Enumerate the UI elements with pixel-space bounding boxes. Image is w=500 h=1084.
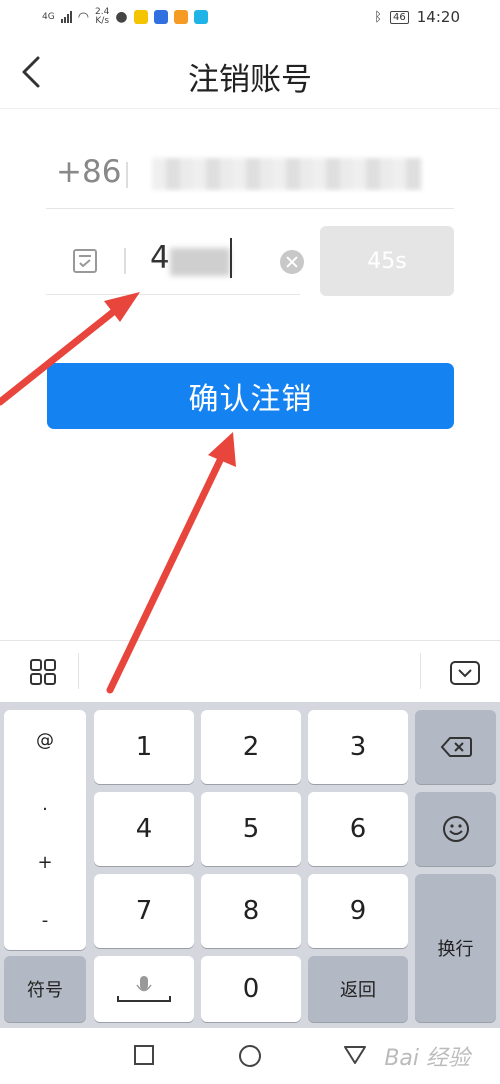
key-minus[interactable]: -	[4, 910, 86, 931]
verify-code-icon	[73, 249, 97, 273]
voice-space-key[interactable]	[94, 956, 194, 1022]
text-caret	[230, 238, 232, 278]
bluetooth-icon: ᛒ	[374, 9, 383, 25]
key-5[interactable]: 5	[201, 792, 301, 866]
country-code[interactable]: +86	[56, 154, 121, 190]
clear-input-icon[interactable]	[280, 250, 304, 274]
key-1[interactable]: 1	[94, 710, 194, 784]
divider	[126, 162, 128, 188]
key-plus[interactable]: +	[4, 852, 86, 873]
key-6[interactable]: 6	[308, 792, 408, 866]
symbol-key[interactable]: 符号	[4, 956, 86, 1022]
enter-key[interactable]: 换行	[415, 874, 496, 1022]
signal-icon	[60, 11, 72, 23]
resend-timer-button[interactable]: 45s	[320, 226, 454, 296]
home-icon[interactable]	[238, 1044, 262, 1068]
key-3[interactable]: 3	[308, 710, 408, 784]
code-blurred	[170, 248, 230, 276]
status-right: ᛒ 46 14:20	[374, 8, 460, 26]
app-icon-4	[193, 10, 208, 24]
wifi-icon: ◠	[77, 9, 90, 25]
key-4[interactable]: 4	[94, 792, 194, 866]
numeric-keyboard: @ . + - 1 2 3 4 5 6 7 8 9 换行 符号 0 返回	[0, 702, 500, 1028]
key-8[interactable]: 8	[201, 874, 301, 948]
key-0[interactable]: 0	[201, 956, 301, 1022]
grid-menu-icon[interactable]	[30, 659, 56, 685]
page-title: 注销账号	[188, 62, 312, 98]
divider	[420, 653, 421, 689]
divider	[78, 653, 79, 689]
smiley-icon	[442, 816, 469, 842]
backspace-key[interactable]	[415, 710, 496, 784]
chat-icon: ●	[115, 9, 128, 25]
backspace-icon	[440, 737, 472, 757]
speed-unit: K/s	[95, 16, 110, 26]
key-9[interactable]: 9	[308, 874, 408, 948]
net-speed: 2.4 K/s	[95, 8, 109, 26]
symbol-column: @ . + -	[4, 710, 86, 950]
divider	[124, 248, 126, 274]
app-icon-3	[173, 10, 188, 24]
microphone-icon	[117, 976, 171, 1002]
key-7[interactable]: 7	[94, 874, 194, 948]
code-input-value[interactable]: 4	[150, 240, 170, 276]
status-left: 4G ◠ 2.4 K/s ●	[42, 8, 208, 26]
back-key[interactable]: 返回	[308, 956, 408, 1022]
battery-icon: 46	[390, 10, 409, 24]
phone-row: +86	[46, 140, 454, 209]
clock: 14:20	[416, 8, 460, 26]
app-icon-2	[153, 10, 168, 24]
network-label: 4G	[42, 12, 55, 22]
hide-keyboard-icon[interactable]	[450, 661, 480, 685]
key-2[interactable]: 2	[201, 710, 301, 784]
back-nav-icon[interactable]	[343, 1044, 367, 1066]
keyboard-toolbar	[0, 640, 500, 703]
page-header: 注销账号	[0, 36, 500, 109]
recent-apps-icon[interactable]	[133, 1044, 155, 1066]
watermark: Bai 经验	[384, 1046, 470, 1071]
status-bar: 4G ◠ 2.4 K/s ● ᛒ 46 14:20	[0, 0, 500, 36]
key-at[interactable]: @	[4, 730, 86, 751]
key-dot[interactable]: .	[4, 794, 86, 815]
verification-code-field[interactable]: 4	[46, 226, 300, 295]
phone-number-blurred	[152, 158, 422, 190]
confirm-cancel-account-button[interactable]: 确认注销	[47, 363, 454, 429]
emoji-key[interactable]	[415, 792, 496, 866]
app-icon-1	[133, 10, 148, 24]
